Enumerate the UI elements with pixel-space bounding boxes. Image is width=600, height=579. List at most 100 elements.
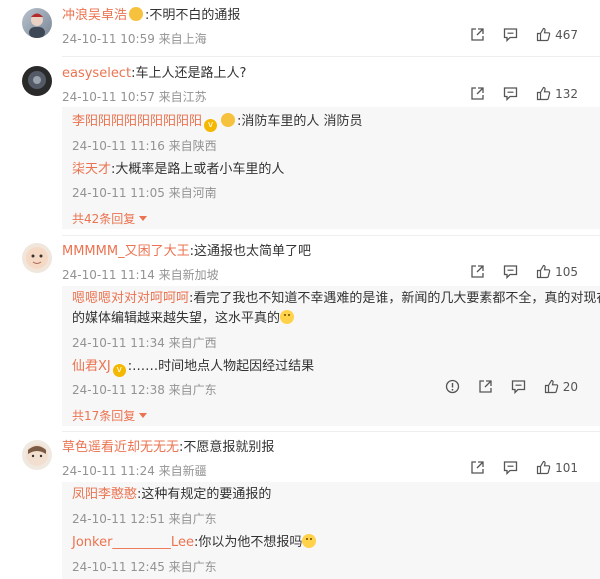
avatar-image (26, 247, 48, 269)
report-icon (445, 379, 459, 394)
comment-meta: 24-10-11 10:59 来自上海 (62, 32, 207, 46)
comment-item: MMMMM_又困了大王:这通报也太简单了吧 24-10-11 11:14 来自新… (0, 236, 600, 431)
more-replies-link[interactable]: 共42条回复 (72, 210, 148, 227)
grin-emoji-icon (280, 310, 295, 324)
share-icon (479, 380, 492, 393)
like-button[interactable]: 101 (536, 460, 578, 475)
like-button[interactable]: 20 (544, 379, 578, 394)
reply-actions: 20 (445, 379, 578, 394)
avatar-image (28, 71, 46, 89)
reply-username[interactable]: 仙君XJ (72, 359, 111, 374)
reply-meta: 24-10-11 11:34 来自广西 (72, 336, 217, 350)
avatar[interactable] (22, 243, 52, 273)
comment-actions: 101 (470, 460, 578, 475)
reply-text: 的媒体编辑越来越失望，这水平真的 (72, 311, 281, 326)
comment-text: :这通报也太简单了吧 (189, 244, 311, 259)
reply-line: 柒天才:大概率是路上或者小车里的人 (72, 161, 284, 179)
like-icon (536, 460, 551, 475)
like-icon (544, 379, 558, 394)
like-icon (536, 264, 551, 279)
reply-line: 仙君XJ v:……时间地点人物起因经过结果 (72, 358, 314, 377)
share-button[interactable] (478, 379, 493, 394)
comment-line: 冲浪吴卓浩 :不明不白的通报 (62, 7, 240, 25)
comment-line: easyselect:车上人还是路上人? (62, 65, 246, 83)
reply-button[interactable] (503, 86, 518, 101)
like-icon (536, 27, 551, 42)
reply-button[interactable] (503, 27, 518, 42)
reply-button[interactable] (503, 264, 518, 279)
share-icon (471, 265, 484, 278)
comment-line: 草色遥看近却无无无:不愿意报就别报 (62, 439, 274, 457)
like-count: 105 (555, 264, 578, 279)
share-button[interactable] (470, 86, 485, 101)
verified-icon: v (204, 119, 218, 132)
grin-emoji-icon (302, 534, 317, 548)
reply-line: 的媒体编辑越来越失望，这水平真的 (72, 310, 295, 328)
report-button[interactable] (445, 379, 460, 394)
comment-meta: 24-10-11 11:14 来自新加坡 (62, 268, 219, 282)
like-count: 132 (555, 86, 578, 101)
avatar[interactable] (22, 8, 52, 38)
reply-meta: 24-10-11 12:45 来自广东 (72, 560, 217, 574)
comment-icon (503, 28, 518, 42)
chevron-down-icon (139, 216, 148, 221)
comment-icon (511, 380, 525, 394)
share-button[interactable] (470, 460, 485, 475)
username[interactable]: MMMMM_又困了大王 (62, 244, 190, 259)
username[interactable]: 草色遥看近却无无无 (62, 440, 179, 455)
comment-item: 草色遥看近却无无无:不愿意报就别报 24-10-11 11:24 来自新疆 10… (0, 432, 600, 579)
comment-icon (503, 265, 518, 279)
crown-badge-icon (129, 7, 144, 21)
reply-button[interactable] (503, 460, 518, 475)
avatar-image (29, 13, 45, 38)
reply-text: :消防车里的人 消防员 (237, 114, 363, 129)
comment-meta: 24-10-11 10:57 来自江苏 (62, 90, 207, 104)
more-replies-label: 共17条回复 (72, 409, 136, 423)
reply-meta: 24-10-11 11:05 来自河南 (72, 186, 217, 200)
username[interactable]: 冲浪吴卓浩 (62, 8, 127, 23)
reply-button[interactable] (511, 379, 526, 394)
like-button[interactable]: 467 (536, 27, 578, 42)
reply-text: :这种有规定的要通报的 (137, 487, 272, 502)
reply-text: :大概率是路上或者小车里的人 (111, 162, 285, 177)
reply-text: :……时间地点人物起因经过结果 (127, 359, 315, 374)
avatar[interactable] (22, 440, 52, 470)
comment-icon (503, 461, 518, 475)
share-icon (471, 87, 484, 100)
more-replies-link[interactable]: 共17条回复 (72, 407, 148, 424)
share-icon (471, 461, 484, 474)
like-count: 20 (562, 379, 578, 394)
reply-meta: 24-10-11 12:38 来自广东 (72, 383, 217, 397)
comment-line: MMMMM_又困了大王:这通报也太简单了吧 (62, 243, 311, 261)
reply-username[interactable]: 李阳阳阳阳阳阳阳阳阳 (72, 114, 202, 129)
comment-text: :不愿意报就别报 (179, 440, 275, 455)
share-button[interactable] (470, 27, 485, 42)
comment-icon (503, 87, 518, 101)
like-button[interactable]: 105 (536, 264, 578, 279)
reply-meta: 24-10-11 12:51 来自广东 (72, 512, 217, 526)
reply-username[interactable]: 凤阳李憨憨 (72, 487, 137, 502)
reply-text: :你以为他不想报吗 (193, 535, 303, 550)
comment-text: :不明不白的通报 (145, 8, 241, 23)
comment-actions: 132 (470, 86, 578, 101)
chevron-down-icon (139, 413, 148, 418)
comment-item: 冲浪吴卓浩 :不明不白的通报 24-10-11 10:59 来自上海 467 (0, 0, 600, 56)
crown-badge-icon (221, 113, 236, 127)
comment-item: easyselect:车上人还是路上人? 24-10-11 10:57 来自江苏… (0, 57, 600, 235)
comment-meta: 24-10-11 11:24 来自新疆 (62, 464, 207, 478)
share-icon (471, 28, 484, 41)
username[interactable]: easyselect (62, 66, 131, 81)
reply-username[interactable]: Jonker_________Lee (72, 535, 194, 550)
reply-text: :看完了我也不知道不幸遇难的是谁，新闻的几大要素都不全，真的对现在 (189, 291, 600, 306)
reply-line: Jonker_________Lee:你以为他不想报吗 (72, 534, 317, 552)
reply-username[interactable]: 柒天才 (72, 162, 111, 177)
avatar[interactable] (22, 66, 52, 96)
comment-actions: 467 (470, 27, 578, 42)
reply-username[interactable]: 嗯嗯嗯对对对呵呵呵 (72, 291, 189, 306)
comment-feed: 冲浪吴卓浩 :不明不白的通报 24-10-11 10:59 来自上海 467 ea… (0, 0, 600, 579)
like-icon (536, 86, 551, 101)
like-button[interactable]: 132 (536, 86, 578, 101)
reply-line: 李阳阳阳阳阳阳阳阳阳 v :消防车里的人 消防员 (72, 113, 363, 132)
share-button[interactable] (470, 264, 485, 279)
like-count: 101 (555, 460, 578, 475)
